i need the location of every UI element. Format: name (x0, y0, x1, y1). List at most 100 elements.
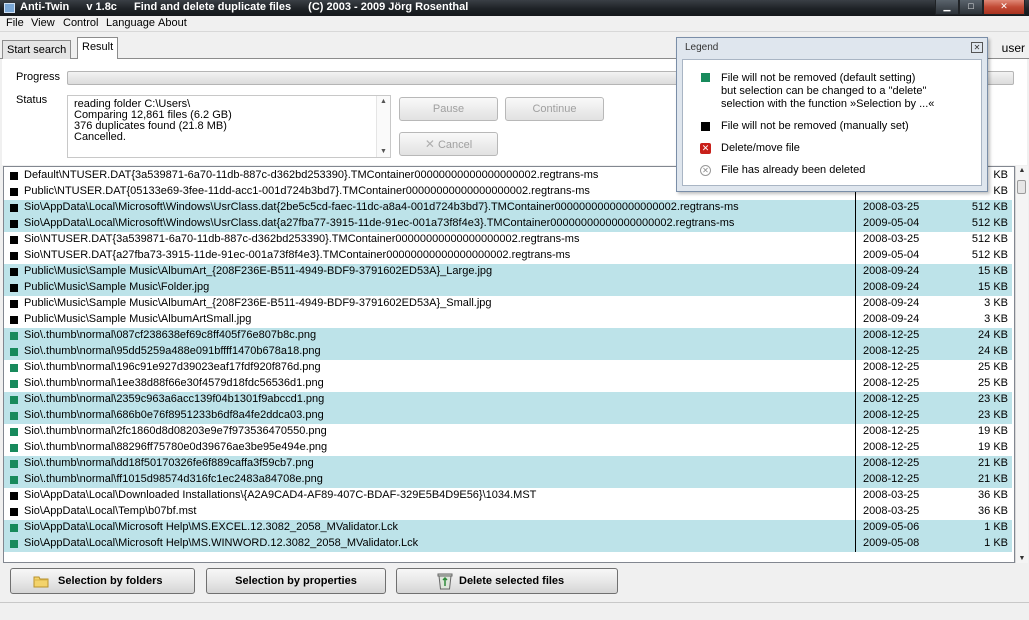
table-row[interactable]: Sio\AppData\Local\Microsoft Help\MS.EXCE… (4, 520, 1012, 536)
green-square-icon[interactable] (10, 460, 18, 468)
table-row[interactable]: Public\Music\Sample Music\AlbumArt_{208F… (4, 296, 1012, 312)
cancel-button[interactable]: ✕ Cancel (399, 132, 498, 156)
menu-about[interactable]: About (158, 17, 187, 29)
progress-label: Progress (16, 71, 61, 83)
green-square-icon[interactable] (10, 540, 18, 548)
black-square-icon[interactable] (10, 316, 18, 324)
file-path: Public\Music\Sample Music\AlbumArt_{208F… (24, 297, 492, 309)
file-path: Sio\AppData\Local\Microsoft\Windows\UsrC… (24, 201, 739, 213)
black-square-icon[interactable] (10, 492, 18, 500)
scrollbar-thumb[interactable] (1017, 180, 1026, 194)
table-row[interactable]: Sio\.thumb\normal\dd18f50170326fe6f889ca… (4, 456, 1012, 472)
file-path: Sio\NTUSER.DAT{3a539871-6a70-11db-887c-d… (24, 233, 580, 245)
black-square-icon[interactable] (10, 508, 18, 516)
tab-start-search[interactable]: Start search (2, 40, 72, 59)
green-square-icon[interactable] (10, 524, 18, 532)
green-square-icon[interactable] (10, 428, 18, 436)
column-separator (855, 344, 856, 360)
file-date: 2008-12-25 (863, 329, 920, 341)
column-separator (855, 504, 856, 520)
table-row[interactable]: Sio\.thumb\normal\196c91e927d39023eaf17f… (4, 360, 1012, 376)
column-separator (855, 488, 856, 504)
table-row[interactable]: Sio\.thumb\normal\88296ff75780e0d39676ae… (4, 440, 1012, 456)
minimize-button[interactable]: ▁ (935, 0, 959, 15)
legend-close-icon[interactable]: ✕ (971, 42, 983, 53)
black-square-icon[interactable] (10, 188, 18, 196)
table-row[interactable]: Public\Music\Sample Music\Folder.jpg 2008… (4, 280, 1012, 296)
menu-control[interactable]: Control (63, 17, 98, 29)
close-button[interactable]: ✕ (983, 0, 1025, 15)
delete-selected-files-label: Delete selected files (459, 575, 565, 587)
table-row[interactable]: Sio\NTUSER.DAT{a27fba73-3915-11de-91ec-0… (4, 248, 1012, 264)
selection-by-properties-button[interactable]: Selection by properties (206, 568, 386, 594)
black-square-icon[interactable] (10, 252, 18, 260)
file-date: 2008-12-25 (863, 377, 920, 389)
continue-button[interactable]: Continue (505, 97, 604, 121)
green-square-icon[interactable] (10, 364, 18, 372)
black-square-icon[interactable] (10, 284, 18, 292)
column-separator (855, 440, 856, 456)
scroll-up-arrow-icon[interactable]: ▲ (1016, 167, 1028, 174)
file-path: Sio\.thumb\normal\95dd5259a488e091bffff1… (24, 345, 321, 357)
table-row[interactable]: Sio\.thumb\normal\2fc1860d8d08203e9e7f97… (4, 424, 1012, 440)
black-square-icon[interactable] (10, 220, 18, 228)
file-date: 2009-05-04 (863, 249, 920, 261)
list-scrollbar[interactable]: ▲ ▼ (1015, 166, 1028, 563)
tab-result[interactable]: Result (77, 37, 119, 60)
app-copyright: (C) 2003 - 2009 Jörg Rosenthal (308, 1, 469, 13)
column-separator (855, 392, 856, 408)
menu-view[interactable]: View (31, 17, 55, 29)
legend-text: but selection can be changed to a "delet… (721, 85, 927, 97)
status-scrollbar[interactable]: ▲ ▼ (376, 96, 390, 157)
table-row[interactable]: Sio\AppData\Local\Microsoft\Windows\UsrC… (4, 216, 1012, 232)
column-separator (855, 456, 856, 472)
table-row[interactable]: Sio\.thumb\normal\686b0e76f8951233b6df8a… (4, 408, 1012, 424)
table-row[interactable]: Sio\AppData\Local\Temp\b07bf.mst 2008-03-… (4, 504, 1012, 520)
maximize-button[interactable]: □ (959, 0, 983, 15)
green-square-icon[interactable] (10, 332, 18, 340)
file-date: 2008-12-25 (863, 441, 920, 453)
green-square-icon[interactable] (10, 396, 18, 404)
menu-language[interactable]: Language (106, 17, 155, 29)
file-size: 19 KB (978, 425, 1008, 437)
black-square-icon[interactable] (10, 172, 18, 180)
table-row[interactable]: Sio\NTUSER.DAT{3a539871-6a70-11db-887c-d… (4, 232, 1012, 248)
green-square-icon[interactable] (10, 380, 18, 388)
table-row[interactable]: Public\Music\Sample Music\AlbumArtSmall.… (4, 312, 1012, 328)
delete-selected-files-button[interactable]: Delete selected files (396, 568, 618, 594)
title-bar: Anti-Twin v 1.8c Find and delete duplica… (0, 0, 1029, 16)
green-square-icon[interactable] (10, 348, 18, 356)
table-row[interactable]: Sio\AppData\Local\Microsoft Help\MS.WINW… (4, 536, 1012, 552)
table-row[interactable]: Sio\.thumb\normal\2359c963a6acc139f04b13… (4, 392, 1012, 408)
black-square-icon[interactable] (10, 204, 18, 212)
green-square-icon[interactable] (10, 476, 18, 484)
black-square-icon[interactable] (10, 268, 18, 276)
table-row[interactable]: Sio\.thumb\normal\ff1015d98574d316fc1ec2… (4, 472, 1012, 488)
file-size: 1 KB (984, 537, 1008, 549)
black-square-icon[interactable] (10, 236, 18, 244)
table-row[interactable]: Sio\.thumb\normal\1ee38d88f66e30f4579d18… (4, 376, 1012, 392)
green-square-icon[interactable] (10, 444, 18, 452)
scroll-up-arrow-icon[interactable]: ▲ (377, 98, 390, 105)
table-row[interactable]: Sio\AppData\Local\Downloaded Installatio… (4, 488, 1012, 504)
file-size: 512 KB (971, 201, 1008, 213)
table-row[interactable]: Public\Music\Sample Music\AlbumArt_{208F… (4, 264, 1012, 280)
pause-button[interactable]: Pause (399, 97, 498, 121)
file-path: Default\NTUSER.DAT{3a539871-6a70-11db-88… (24, 169, 599, 181)
file-size: 3 KB (984, 313, 1008, 325)
file-path: Sio\AppData\Local\Microsoft Help\MS.EXCE… (24, 521, 399, 533)
cancel-label: Cancel (437, 139, 473, 151)
green-square-icon[interactable] (10, 412, 18, 420)
table-row[interactable]: Sio\.thumb\normal\95dd5259a488e091bffff1… (4, 344, 1012, 360)
file-size: 36 KB (978, 505, 1008, 517)
status-textbox[interactable]: reading folder C:\Users\ Comparing 12,86… (67, 95, 391, 158)
table-row[interactable]: Sio\AppData\Local\Microsoft\Windows\UsrC… (4, 200, 1012, 216)
menu-file[interactable]: File (6, 17, 24, 29)
scroll-down-arrow-icon[interactable]: ▼ (377, 148, 390, 155)
legend-text: selection with the function »Selection b… (721, 98, 935, 110)
table-row[interactable]: Sio\.thumb\normal\087cf238638ef69c8ff405… (4, 328, 1012, 344)
scroll-down-arrow-icon[interactable]: ▼ (1016, 555, 1028, 562)
duplicate-file-list[interactable]: Default\NTUSER.DAT{3a539871-6a70-11db-88… (3, 166, 1015, 563)
black-square-icon[interactable] (10, 300, 18, 308)
selection-by-folders-button[interactable]: Selection by folders (10, 568, 195, 594)
